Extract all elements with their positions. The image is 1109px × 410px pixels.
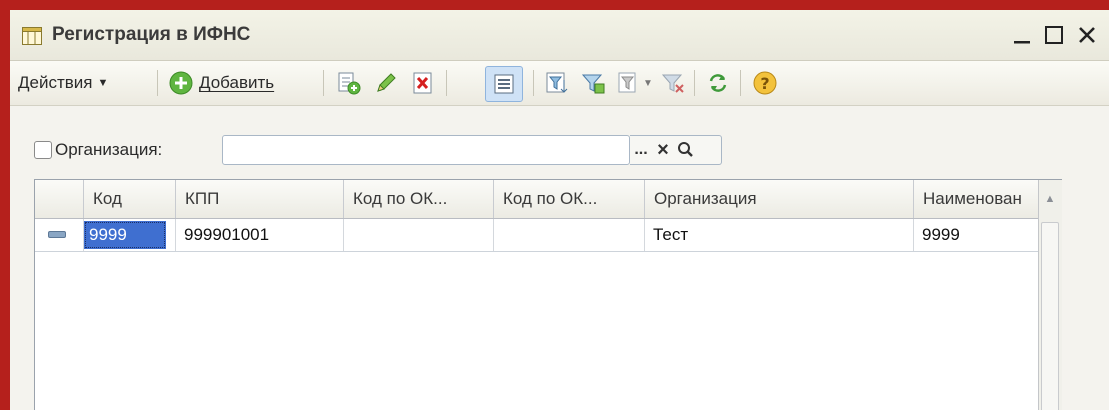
toolbar-separator [533,70,534,96]
toolbar: Действия ▼ Добавить ▼ ? [10,61,1109,106]
window-title: Регистрация в ИФНС [52,24,251,45]
title-bar: Регистрация в ИФНС [10,10,1109,61]
list-mode-toggle[interactable] [485,66,523,102]
organization-input-buttons: ... × [630,135,722,165]
scrollbar-thumb[interactable] [1041,222,1059,410]
help-icon[interactable]: ? [752,70,778,96]
column-header-okato[interactable]: Код по ОК... [344,180,494,218]
toolbar-separator [694,70,695,96]
actions-menu-label: Действия [18,73,93,92]
cell-kod[interactable]: 9999 [84,219,176,251]
organization-filter[interactable]: Организация: [34,140,162,160]
select-button[interactable]: ... [630,137,652,163]
maximize-button[interactable] [1039,20,1069,50]
form-window: Регистрация в ИФНС Действия ▼ Добавить ▼… [10,10,1109,410]
vertical-scrollbar[interactable]: ▲ [1038,180,1062,410]
delete-icon[interactable] [410,70,436,96]
cell-oktmo[interactable] [494,219,645,251]
row-marker-cell [35,219,84,251]
selected-cell-kod[interactable]: 9999 [84,221,166,249]
add-button-label: Добавить [199,73,275,92]
column-header-oktmo[interactable]: Код по ОК... [494,180,645,218]
dropdown-arrow-icon: ▼ [97,77,109,89]
cell-kpp[interactable]: 999901001 [176,219,344,251]
add-icon [169,71,193,95]
toolbar-separator [740,70,741,96]
toolbar-separator [323,70,324,96]
minimize-button[interactable] [1007,20,1037,50]
filter-history-icon[interactable] [616,70,642,96]
table-header: Код КПП Код по ОК... Код по ОК... Органи… [35,180,1061,219]
column-header-organization[interactable]: Организация [645,180,914,218]
registration-table: Код КПП Код по ОК... Код по ОК... Органи… [34,179,1062,410]
organization-input[interactable] [222,135,630,165]
organization-checkbox[interactable] [34,141,52,159]
cell-organization[interactable]: Тест [645,219,914,251]
table-row[interactable]: 9999 999901001 Тест 9999 [35,219,1038,252]
add-button[interactable]: Добавить [168,67,274,99]
cell-okato[interactable] [344,219,494,251]
actions-menu[interactable]: Действия ▼ [18,67,108,99]
copy-icon[interactable] [336,70,362,96]
column-header-kpp[interactable]: КПП [176,180,344,218]
filter-history-dropdown-arrow-icon[interactable]: ▼ [643,67,653,99]
clear-button[interactable]: × [652,137,674,163]
filter-settings-icon[interactable] [544,70,570,96]
edit-icon[interactable] [373,70,399,96]
row-marker-header [35,180,84,218]
svg-text:?: ? [760,74,769,93]
toolbar-separator [157,70,158,96]
filter-by-value-icon[interactable] [580,70,606,96]
organization-label: Организация: [55,140,163,159]
cell-name[interactable]: 9999 [914,219,1038,251]
refresh-icon[interactable] [705,70,731,96]
list-icon [494,74,514,94]
clear-filter-icon[interactable] [660,70,686,96]
list-form-icon [22,27,42,45]
close-button[interactable] [1072,20,1102,50]
toolbar-separator [446,70,447,96]
search-icon[interactable] [674,137,696,163]
row-marker-icon [48,231,66,238]
column-header-kod[interactable]: Код [84,180,176,218]
scroll-up-arrow-icon[interactable]: ▲ [1039,180,1061,218]
column-header-name[interactable]: Наименован [914,180,1038,218]
